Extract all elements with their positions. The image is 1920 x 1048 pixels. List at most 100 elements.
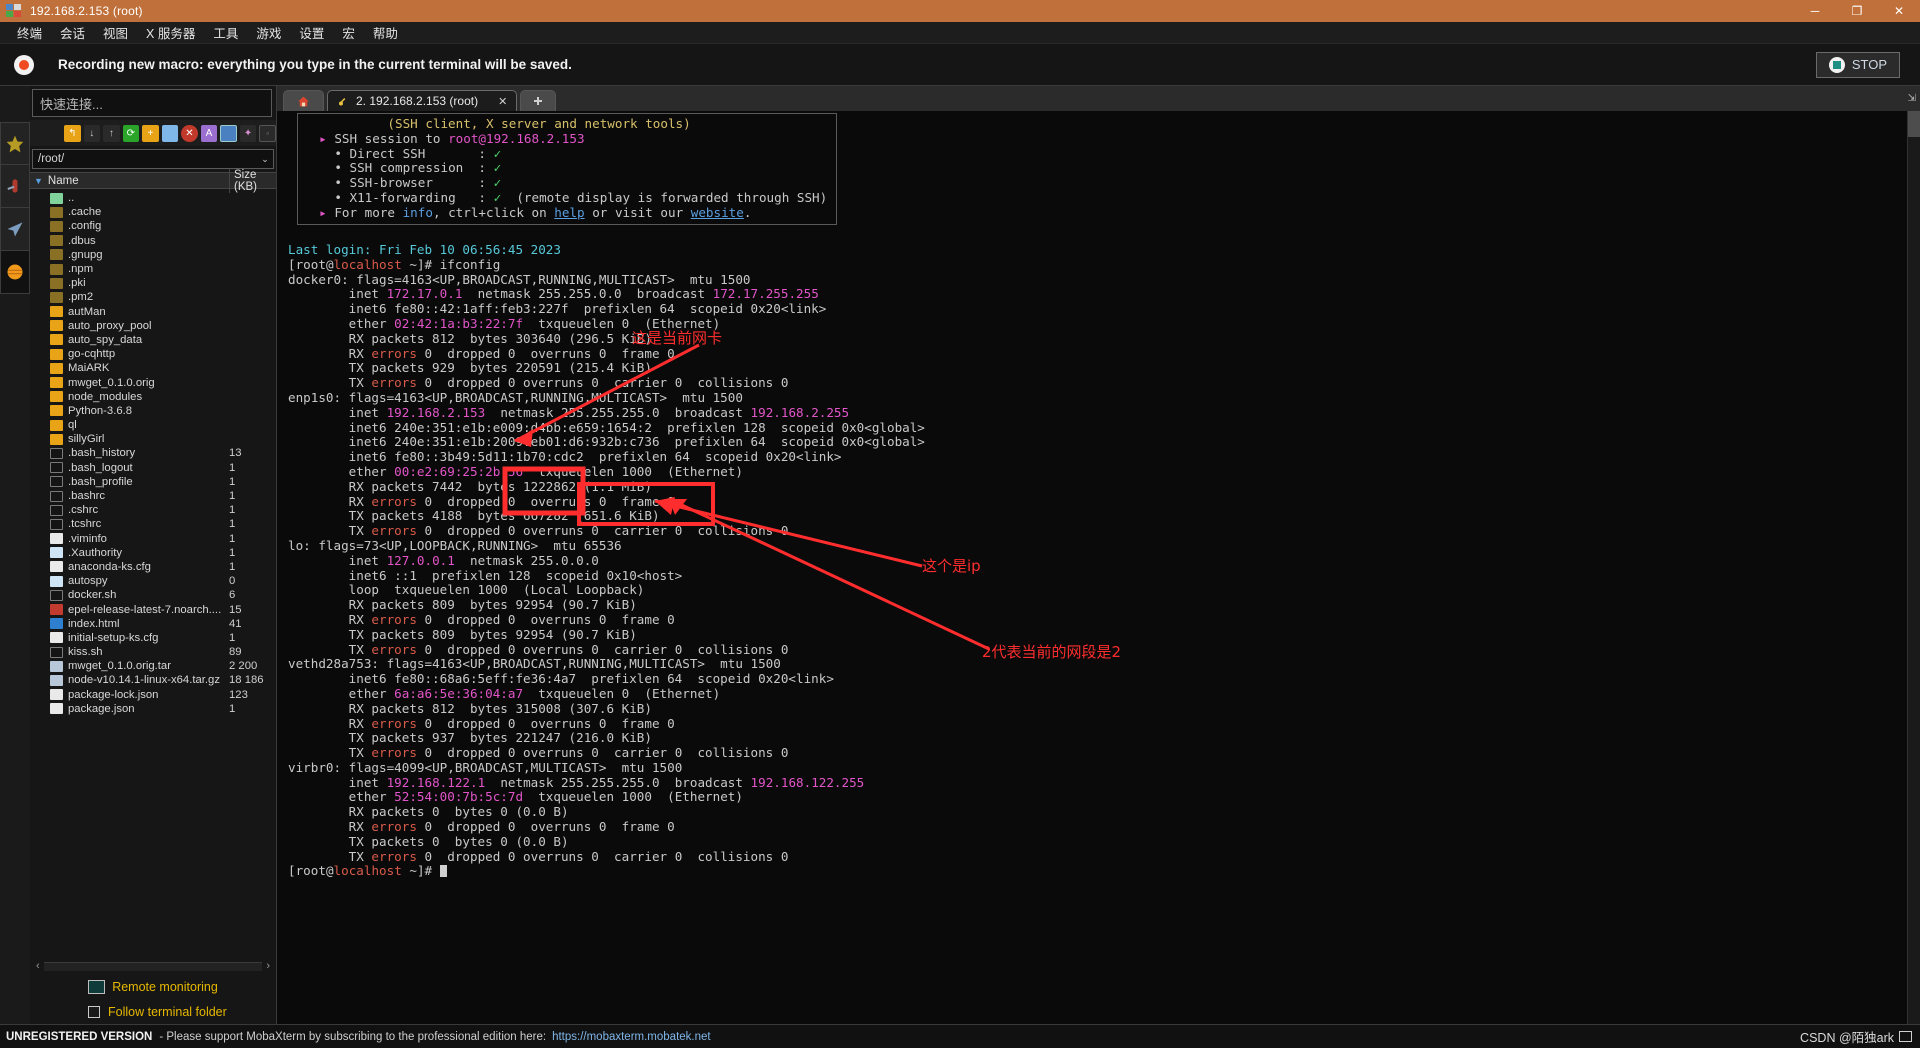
rail-item-network[interactable] bbox=[0, 251, 30, 294]
menu-terminal[interactable]: 终端 bbox=[8, 21, 51, 44]
file-row[interactable]: .cache bbox=[30, 205, 276, 219]
magic-icon[interactable]: ✦ bbox=[239, 124, 257, 142]
upload-icon[interactable]: ↑ bbox=[103, 124, 120, 142]
split-view-icon[interactable] bbox=[220, 124, 237, 142]
new-tab-button[interactable] bbox=[520, 90, 557, 111]
path-bar[interactable]: /root/ ⌄ bbox=[32, 149, 274, 169]
file-row[interactable]: .Xauthority 1 bbox=[30, 546, 276, 560]
follow-terminal-folder-checkbox[interactable] bbox=[88, 1006, 100, 1018]
file-row[interactable]: go-cqhttp bbox=[30, 347, 276, 361]
menu-sessions[interactable]: 会话 bbox=[51, 21, 94, 44]
folder-icon bbox=[50, 391, 63, 403]
interface-detail: TX bbox=[288, 523, 372, 539]
menu-xserver[interactable]: X 服务器 bbox=[137, 21, 204, 44]
file-row[interactable]: Python-3.6.8 bbox=[30, 404, 276, 418]
menu-macros[interactable]: 宏 bbox=[333, 21, 364, 44]
file-row[interactable]: .dbus bbox=[30, 234, 276, 248]
file-row[interactable]: .tcshrc 1 bbox=[30, 517, 276, 531]
new-folder-icon[interactable]: + bbox=[142, 124, 159, 142]
file-row[interactable]: package-lock.json 123 bbox=[30, 688, 276, 702]
scroll-left-icon[interactable]: ‹ bbox=[36, 960, 40, 972]
menu-view[interactable]: 视图 bbox=[94, 21, 137, 44]
tab-home[interactable] bbox=[283, 90, 324, 111]
follow-terminal-folder-row[interactable]: Follow terminal folder bbox=[30, 1000, 276, 1024]
file-row[interactable]: .cshrc 1 bbox=[30, 503, 276, 517]
prompt-tail: ~]# bbox=[401, 863, 433, 879]
mobaxterm-link[interactable]: https://mobaxterm.mobatek.net bbox=[552, 1031, 711, 1043]
interface-detail: TX packets 937 bytes 221247 (216.0 KiB) bbox=[288, 730, 652, 746]
file-row[interactable]: autMan bbox=[30, 305, 276, 319]
minimize-button[interactable]: ─ bbox=[1794, 0, 1836, 22]
file-row[interactable]: .bash_history 13 bbox=[30, 446, 276, 460]
file-row[interactable]: index.html 41 bbox=[30, 617, 276, 631]
file-row[interactable]: .bash_logout 1 bbox=[30, 461, 276, 475]
file-row[interactable]: autospy 0 bbox=[30, 574, 276, 588]
interface-detail: inet bbox=[288, 404, 387, 420]
new-file-icon[interactable] bbox=[161, 124, 179, 142]
rail-item-sessions[interactable] bbox=[0, 208, 30, 251]
file-row[interactable]: .viminfo 1 bbox=[30, 532, 276, 546]
menu-settings[interactable]: 设置 bbox=[290, 21, 333, 44]
file-row[interactable]: mwget_0.1.0.orig.tar 2 200 bbox=[30, 659, 276, 673]
download-icon[interactable]: ↓ bbox=[83, 124, 101, 142]
refresh-icon[interactable]: ⟳ bbox=[122, 124, 140, 142]
menu-help[interactable]: 帮助 bbox=[364, 21, 407, 44]
tab-session[interactable]: 2. 192.168.2.153 (root) ✕ bbox=[327, 90, 518, 111]
file-row[interactable]: MaiARK bbox=[30, 361, 276, 375]
stop-recording-button[interactable]: STOP bbox=[1815, 51, 1900, 78]
interface-detail: TX packets 929 bytes 220591 (215.4 KiB) bbox=[288, 360, 652, 376]
config-icon bbox=[50, 689, 63, 701]
file-row[interactable]: kiss.sh 89 bbox=[30, 645, 276, 659]
file-list[interactable]: .. .cache .config .dbus .gnupg .npm .pki .pm2 au… bbox=[30, 189, 276, 958]
text-view-icon[interactable]: A bbox=[200, 124, 218, 142]
menu-tools[interactable]: 工具 bbox=[204, 21, 247, 44]
expand-tabs-icon[interactable]: ⇲ bbox=[1908, 93, 1916, 104]
file-row[interactable]: auto_spy_data bbox=[30, 333, 276, 347]
terminal-output[interactable]: (SSH client, X server and network tools)… bbox=[288, 111, 1907, 1024]
terminal-vertical-scrollbar[interactable] bbox=[1907, 111, 1920, 1024]
quick-connect-input[interactable]: 快速连接... bbox=[32, 89, 272, 117]
terminal-icon[interactable]: ▫ bbox=[259, 124, 276, 142]
file-icon bbox=[50, 575, 63, 587]
file-size: 1 bbox=[229, 518, 236, 531]
file-row[interactable]: mwget_0.1.0.orig bbox=[30, 375, 276, 389]
tab-close-icon[interactable]: ✕ bbox=[498, 95, 507, 108]
interface-detail: ether bbox=[288, 463, 395, 479]
maximize-button[interactable]: ❐ bbox=[1836, 0, 1878, 22]
menu-games[interactable]: 游戏 bbox=[247, 21, 290, 44]
file-row[interactable]: .gnupg bbox=[30, 248, 276, 262]
file-row[interactable]: auto_proxy_pool bbox=[30, 319, 276, 333]
terminal-line: TX packets 0 bytes 0 (0.0 B) bbox=[288, 834, 1907, 850]
file-row[interactable]: anaconda-ks.cfg 1 bbox=[30, 560, 276, 574]
file-row[interactable]: .config bbox=[30, 219, 276, 233]
close-button[interactable]: ✕ bbox=[1878, 0, 1920, 22]
file-name: initial-setup-ks.cfg bbox=[68, 631, 159, 644]
chevron-down-icon[interactable]: ⌄ bbox=[257, 154, 273, 165]
file-row[interactable]: node_modules bbox=[30, 390, 276, 404]
file-row[interactable]: ql bbox=[30, 418, 276, 432]
file-row[interactable]: sillyGirl bbox=[30, 432, 276, 446]
rail-item-favorites[interactable] bbox=[0, 122, 30, 165]
file-row[interactable]: package.json 1 bbox=[30, 702, 276, 716]
file-row[interactable]: docker.sh 6 bbox=[30, 588, 276, 602]
interface-detail: 0 dropped 0 overruns 0 carrier 0 collisi… bbox=[416, 848, 789, 864]
file-row[interactable]: .bashrc 1 bbox=[30, 489, 276, 503]
file-row[interactable]: .npm bbox=[30, 262, 276, 276]
remote-monitoring-button[interactable]: Remote monitoring bbox=[30, 974, 276, 1000]
scroll-track[interactable] bbox=[43, 961, 263, 971]
rail-item-tools[interactable] bbox=[0, 165, 30, 208]
file-row[interactable]: node-v10.14.1-linux-x64.tar.gz 18 186 bbox=[30, 673, 276, 687]
horizontal-scrollbar[interactable]: ‹ › bbox=[30, 958, 276, 974]
file-row[interactable]: .bash_profile 1 bbox=[30, 475, 276, 489]
up-dir-icon[interactable]: ↰ bbox=[64, 124, 81, 142]
column-name[interactable]: ▼ Name bbox=[30, 175, 229, 187]
file-row[interactable]: .pm2 bbox=[30, 290, 276, 304]
delete-icon[interactable]: ✕ bbox=[181, 124, 198, 142]
file-row[interactable]: .. bbox=[30, 191, 276, 205]
terminal-scroll-thumb[interactable] bbox=[1908, 111, 1920, 137]
file-row[interactable]: initial-setup-ks.cfg 1 bbox=[30, 631, 276, 645]
scroll-right-icon[interactable]: › bbox=[266, 960, 270, 972]
file-row[interactable]: .pki bbox=[30, 276, 276, 290]
file-row[interactable]: epel-release-latest-7.noarch.... 15 bbox=[30, 602, 276, 616]
interface-detail: inet bbox=[288, 552, 387, 568]
